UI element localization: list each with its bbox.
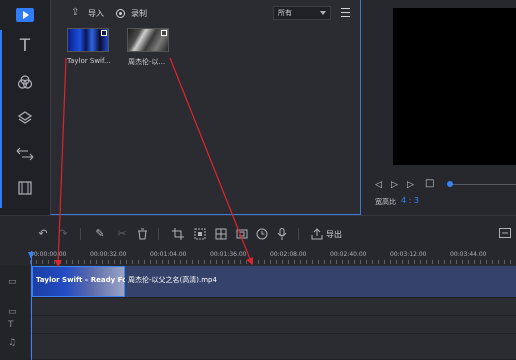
aspect-ratio-value[interactable]: 4 : 3: [401, 196, 419, 205]
timeline-clip-taylor[interactable]: Taylor Swift – Ready For It: [32, 266, 139, 297]
stop-icon[interactable]: □: [425, 178, 434, 189]
toolbar-divider: [298, 228, 299, 240]
ruler-ticks: [30, 260, 516, 264]
redo-icon[interactable]: ↷: [57, 228, 69, 240]
media-checkbox[interactable]: [101, 30, 107, 36]
layers-icon: [17, 111, 33, 124]
ruler-time-label: 00:00:32.00: [90, 251, 127, 258]
ruler-time-label: 00:01:36.00: [210, 251, 247, 258]
transition-tool-icon[interactable]: [0, 139, 50, 169]
clip-label: Taylor Swift – Ready For It: [36, 276, 139, 284]
library-toolbar: ⇪ 导入 录制 所有: [51, 0, 360, 26]
media-label: 周杰伦-以...: [128, 58, 166, 66]
tool-rail: T: [0, 0, 50, 215]
overlay-track-icon: ▭: [8, 307, 17, 317]
ruler-time-label: 00:01:04.00: [150, 251, 187, 258]
filter-circles-icon: [17, 75, 33, 89]
split-scissors-icon[interactable]: ✂: [116, 228, 128, 240]
overlay-track[interactable]: [30, 298, 516, 316]
freeze-box-icon: [236, 229, 248, 239]
delete-icon[interactable]: [136, 228, 148, 240]
toolbar-divider: [158, 228, 159, 240]
prev-frame-icon[interactable]: ◁: [375, 180, 382, 190]
track-headers: ▭ ▭ T ♫: [0, 265, 30, 360]
aspect-ratio-label: 宽高比: [375, 198, 396, 206]
music-track-icon: ♫: [8, 338, 17, 348]
next-frame-icon[interactable]: ▷: [407, 180, 414, 190]
crop-icon[interactable]: [172, 228, 184, 240]
video-track-icon: ▭: [8, 277, 17, 287]
text-track-icon: T: [8, 320, 14, 330]
fit-bracket-icon: [499, 228, 511, 238]
undo-icon[interactable]: ↶: [37, 228, 49, 240]
preview-screen: [393, 8, 516, 165]
filter-tool-icon[interactable]: [0, 67, 50, 97]
media-label: Taylor Swif...: [67, 57, 111, 65]
text-track[interactable]: [30, 316, 516, 334]
media-checkbox[interactable]: [161, 30, 167, 36]
clip-label: 周杰伦-以父之名(高清).mp4: [128, 276, 217, 284]
music-track[interactable]: [30, 334, 516, 360]
media-library-panel: ⇪ 导入 录制 所有 Taylor Swif... 周杰伦-以...: [50, 0, 361, 215]
zoom-frame-icon: [194, 228, 206, 240]
ruler-time-label: 00:02:40.00: [330, 251, 367, 258]
media-thumbnail-jay[interactable]: [127, 28, 169, 52]
timeline-toolbar: ↶ ↷ ✎ ✂ 导出: [0, 215, 516, 251]
toolbar-divider: [80, 228, 81, 240]
timeline-ruler[interactable]: 00:00:00.00 00:00:32.00 00:01:04.00 00:0…: [30, 251, 516, 265]
import-button[interactable]: 导入: [88, 8, 104, 20]
list-view-icon[interactable]: [341, 8, 350, 17]
zoom-icon[interactable]: [194, 228, 206, 240]
trash-icon: [137, 228, 147, 240]
progress-handle[interactable]: [447, 181, 453, 187]
export-icon[interactable]: [311, 228, 323, 240]
record-button[interactable]: 录制: [131, 8, 147, 20]
microphone-icon: [277, 228, 287, 240]
ruler-time-label: 00:02:08.00: [270, 251, 307, 258]
ruler-time-label: 00:00:00.00: [30, 251, 67, 258]
film-strip-icon: [18, 181, 32, 195]
playhead-handle[interactable]: [28, 252, 34, 259]
edit-pencil-icon[interactable]: ✎: [94, 228, 106, 240]
media-icon[interactable]: [16, 8, 34, 22]
timeline-clip-jay[interactable]: 周杰伦-以父之名(高清).mp4: [125, 266, 516, 297]
filter-select[interactable]: 所有: [273, 6, 331, 20]
clock-icon: [256, 228, 268, 240]
chevron-down-icon: [320, 11, 326, 15]
media-thumbnail-taylor[interactable]: [67, 28, 109, 52]
duration-clock-icon[interactable]: [256, 228, 268, 240]
overlay-tool-icon[interactable]: [0, 103, 50, 133]
crop-shape-icon: [172, 228, 184, 240]
playhead[interactable]: [31, 251, 32, 360]
mosaic-grid-icon: [215, 228, 227, 240]
import-icon[interactable]: ⇪: [71, 7, 79, 18]
mosaic-icon[interactable]: [215, 228, 227, 240]
ruler-time-label: 00:03:44.00: [450, 251, 487, 258]
video-track[interactable]: Taylor Swift – Ready For It 周杰伦-以父之名(高清)…: [30, 265, 516, 298]
filter-value: 所有: [278, 9, 292, 17]
transition-arrows-icon: [16, 147, 34, 161]
play-icon[interactable]: ▷: [391, 180, 398, 190]
playback-progress[interactable]: [449, 184, 516, 185]
record-icon[interactable]: [116, 9, 125, 18]
export-button[interactable]: 导出: [326, 229, 342, 240]
preview-panel: ◁ ▷ ▷ □ 宽高比 4 : 3: [361, 0, 516, 215]
fit-timeline-icon[interactable]: [499, 228, 511, 240]
film-tool-icon[interactable]: [0, 173, 50, 203]
voiceover-mic-icon[interactable]: [276, 228, 288, 240]
ruler-time-label: 00:03:12.00: [390, 251, 427, 258]
text-tool-icon[interactable]: T: [0, 31, 50, 61]
freeze-frame-icon[interactable]: [236, 228, 248, 240]
share-export-icon: [311, 228, 323, 240]
